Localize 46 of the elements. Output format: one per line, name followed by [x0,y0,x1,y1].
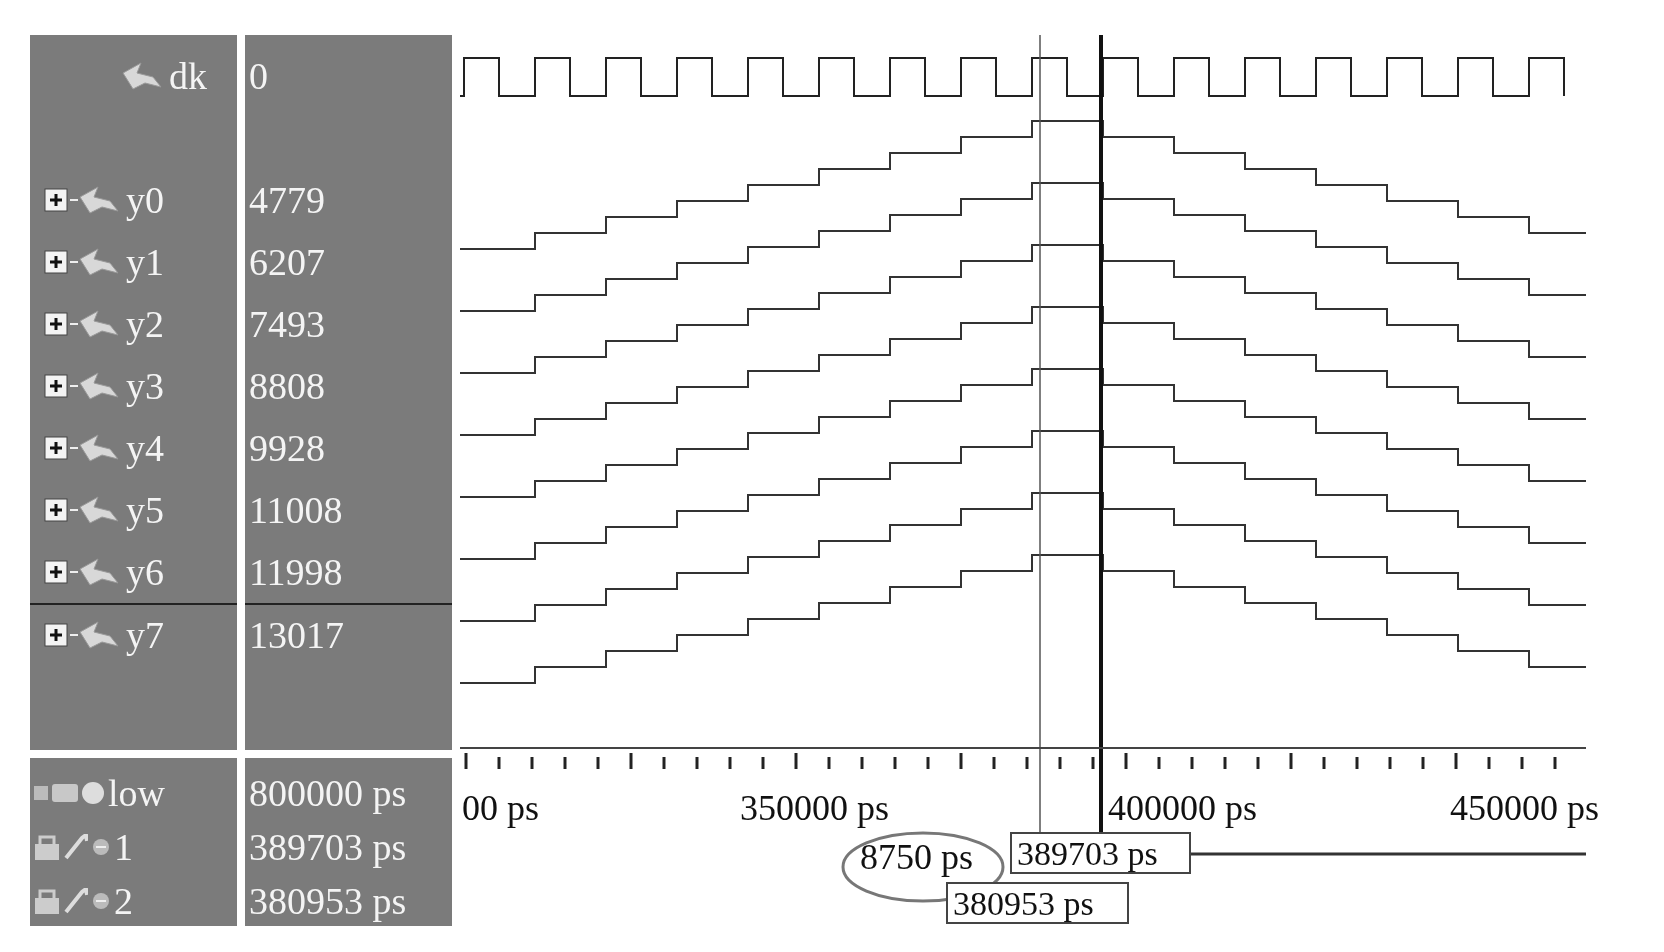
signal-name[interactable]: y2 [126,302,164,346]
expand-icon[interactable] [44,498,70,522]
signal-name[interactable]: y1 [126,240,164,284]
time-label: 450000 ps [1450,788,1599,828]
time-label: 350000 ps [740,788,889,828]
expand-icon[interactable] [44,374,70,398]
signal-name[interactable]: y0 [126,178,164,222]
signal-value: 6207 [249,240,325,284]
signal-name[interactable]: y4 [126,426,164,470]
lock-icon[interactable] [34,888,60,914]
cursor-marker[interactable]: 380953 ps [946,882,1129,924]
lock-icon[interactable] [34,834,60,860]
signal-value: 4779 [249,178,325,222]
expand-icon[interactable] [44,312,70,336]
signal-value: 0 [249,54,268,98]
signal-value: 9928 [249,426,325,470]
cursor-delta: 8750 ps [860,837,973,877]
expand-icon[interactable] [44,623,70,647]
signal-name[interactable]: y6 [126,550,164,594]
signal-value: 11998 [249,550,343,594]
cursor-time: 380953 ps [249,879,407,923]
cursor-marker[interactable]: 389703 ps [1010,832,1191,874]
signal-name[interactable]: y7 [126,613,164,657]
time-label: 400000 ps [1108,788,1257,828]
minus-circle-icon[interactable] [92,892,110,910]
signal-value: 11008 [249,488,343,532]
monitor-icon [52,784,78,802]
minus-circle-icon[interactable] [92,838,110,856]
expand-icon[interactable] [44,560,70,584]
cursor-label[interactable]: 1 [114,825,133,869]
cursor-label[interactable]: 2 [114,879,133,923]
now-value: 800000 ps [249,771,407,815]
signal-name[interactable]: y3 [126,364,164,408]
signal-name[interactable]: dk [169,54,207,98]
square-icon [34,786,48,800]
expand-icon[interactable] [44,250,70,274]
signal-value: 7493 [249,302,325,346]
cursor-time: 389703 ps [249,825,407,869]
expand-icon[interactable] [44,436,70,460]
circle-icon [82,782,104,804]
signal-name[interactable]: y5 [126,488,164,532]
now-label: low [108,771,165,815]
expand-icon[interactable] [44,188,70,212]
signal-value: 8808 [249,364,325,408]
time-label: 00 ps [462,788,539,828]
signal-value: 13017 [249,613,344,657]
